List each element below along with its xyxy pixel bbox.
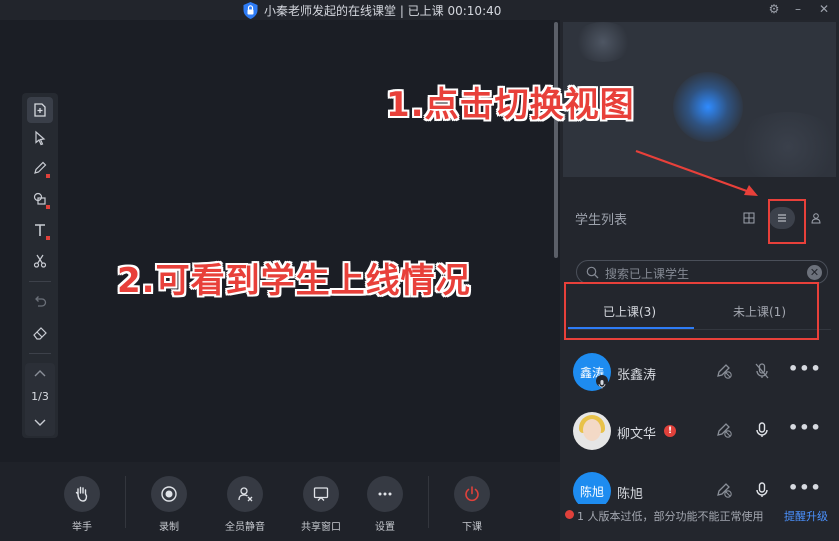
title-bar: 小秦老师发起的在线课堂 | 已上课 00:10:40 ⚙ – ✕	[0, 0, 839, 20]
record-button[interactable]: 录制	[139, 476, 199, 533]
chevron-up-icon[interactable]	[27, 361, 53, 387]
grid-icon	[743, 212, 755, 224]
mic-muted-icon[interactable]	[752, 361, 772, 381]
more-options-icon[interactable]: •••	[788, 418, 822, 437]
search-input[interactable]: 搜索已上课学生	[605, 265, 689, 282]
shield-lock-icon	[243, 1, 258, 19]
pen-disabled-icon[interactable]	[714, 420, 734, 440]
annotation-step1: 1.点击切换视图	[386, 85, 635, 125]
text-color-indicator	[46, 236, 50, 240]
raise-hand-button[interactable]: 举手	[52, 476, 112, 533]
upgrade-reminder-link[interactable]: 提醒升级	[784, 508, 828, 524]
shape-color-indicator	[46, 205, 50, 209]
more-options-icon[interactable]: •••	[788, 359, 822, 378]
settings-button[interactable]: 设置	[355, 476, 415, 533]
pen-color-indicator	[46, 174, 50, 178]
eraser-icon[interactable]	[27, 320, 53, 346]
record-icon	[161, 486, 177, 502]
settings-label: 设置	[375, 522, 395, 533]
user-icon	[811, 213, 821, 224]
list-item[interactable]: 柳文华 ! •••	[560, 406, 839, 456]
user-view-button[interactable]	[803, 207, 829, 229]
mute-all-label: 全员静音	[225, 522, 265, 533]
more-options-icon[interactable]: •••	[788, 478, 822, 497]
toolbox-divider	[29, 353, 51, 354]
bottom-divider	[428, 476, 429, 528]
power-icon	[465, 486, 479, 502]
share-window-button[interactable]: 共享窗口	[291, 476, 351, 533]
undo-icon[interactable]	[27, 289, 53, 315]
avatar-photo	[583, 419, 601, 441]
annotation-arrow	[635, 149, 758, 196]
more-dots-icon	[378, 492, 392, 496]
settings-icon[interactable]: ⚙	[767, 2, 781, 16]
stage-scrollbar[interactable]	[554, 22, 558, 258]
pen-disabled-icon[interactable]	[714, 480, 734, 500]
alert-icon	[565, 510, 574, 519]
annotation-highlight-box	[564, 282, 819, 340]
annotation-step2: 2.可看到学生上线情况	[117, 261, 471, 301]
version-warning-text: 1 人版本过低，部分功能不能正常使用	[577, 510, 764, 523]
page-indicator: 1/3	[31, 390, 49, 403]
list-item[interactable]: 鑫涛 张鑫涛 •••	[560, 347, 839, 397]
hand-icon	[75, 486, 88, 502]
toolbox-divider	[29, 281, 51, 282]
select-icon[interactable]	[27, 125, 53, 151]
bottom-divider	[125, 476, 126, 528]
close-icon[interactable]: ✕	[817, 2, 831, 16]
mic-icon[interactable]	[752, 480, 772, 500]
annotation-highlight-box	[768, 199, 806, 244]
shape-icon[interactable]	[27, 186, 53, 212]
mute-all-icon	[238, 487, 253, 502]
mute-all-button[interactable]: 全员静音	[215, 476, 275, 533]
student-search[interactable]: 搜索已上课学生 ✕	[576, 260, 828, 284]
search-icon	[586, 266, 599, 279]
window-title: 小秦老师发起的在线课堂 | 已上课 00:10:40	[243, 1, 501, 19]
version-warning-bar: 1 人版本过低，部分功能不能正常使用 提醒升级	[560, 504, 839, 526]
record-label: 录制	[159, 522, 179, 533]
warning-icon: !	[664, 425, 676, 437]
pen-icon[interactable]	[27, 155, 53, 181]
pen-disabled-icon[interactable]	[714, 361, 734, 381]
student-name: 陈旭	[617, 487, 644, 502]
maximize-icon[interactable]	[792, 2, 806, 16]
video-blur	[673, 72, 743, 142]
mic-icon[interactable]	[752, 420, 772, 440]
student-list-title: 学生列表	[575, 213, 628, 228]
student-name: 张鑫涛	[617, 368, 657, 383]
text-icon[interactable]	[27, 217, 53, 243]
avatar	[573, 412, 611, 450]
add-page-icon[interactable]	[27, 97, 53, 123]
whiteboard-toolbox: 1/3	[22, 93, 58, 438]
raise-hand-label: 举手	[72, 522, 92, 533]
scissors-icon[interactable]	[27, 248, 53, 274]
clear-icon[interactable]: ✕	[807, 265, 822, 280]
student-name: 柳文华	[617, 427, 657, 442]
video-blur	[573, 22, 633, 62]
bottom-control-bar: 举手 录制 全员静音 共享窗口 设置 下课	[0, 462, 560, 541]
end-class-label: 下课	[462, 522, 482, 533]
window-title-text: 小秦老师发起的在线课堂 | 已上课 00:10:40	[264, 3, 502, 18]
end-class-button[interactable]: 下课	[442, 476, 502, 533]
share-window-label: 共享窗口	[301, 522, 341, 533]
mic-status-icon	[596, 375, 608, 389]
share-screen-icon	[313, 487, 329, 501]
chevron-down-icon[interactable]	[27, 409, 53, 435]
grid-view-button[interactable]	[736, 207, 762, 229]
